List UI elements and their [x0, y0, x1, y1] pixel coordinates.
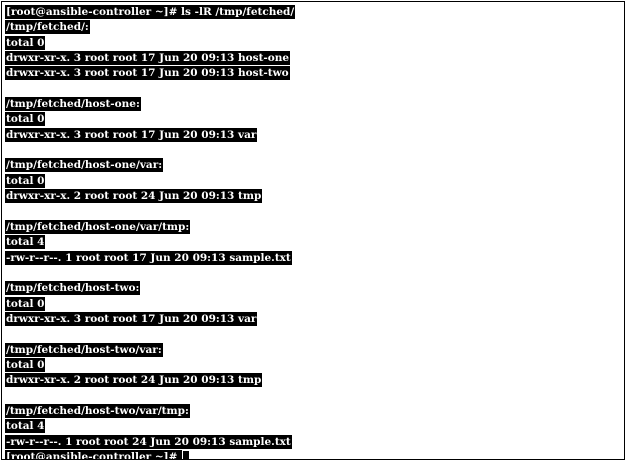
output-line: -rw-r--r--. 1 root root 24 Jun 20 09:13 …	[5, 434, 624, 450]
output-text: total 4	[5, 235, 46, 250]
output-text: total 0	[5, 296, 46, 311]
command-text: [root@ansible-controller ~]# ls -lR /tmp…	[5, 5, 296, 19]
output-line: drwxr-xr-x. 3 root root 17 Jun 20 09:13 …	[5, 127, 624, 143]
output-line: drwxr-xr-x. 3 root root 17 Jun 20 09:13 …	[5, 66, 624, 81]
output-text: total 0	[5, 357, 46, 372]
output-text: total 4	[5, 419, 46, 434]
output-line: /tmp/fetched/host-two/var:	[5, 342, 624, 358]
output-text: /tmp/fetched/host-two/var:	[5, 342, 163, 357]
output-text: -rw-r--r--. 1 root root 24 Jun 20 09:13 …	[5, 434, 292, 449]
blank-line	[5, 204, 624, 219]
output-line: drwxr-xr-x. 3 root root 17 Jun 20 09:13 …	[5, 311, 624, 327]
output-line: total 4	[5, 419, 624, 434]
output-line: /tmp/fetched/host-one/var:	[5, 158, 624, 173]
output-line: total 0	[5, 173, 624, 189]
output-line: /tmp/fetched/host-two/var/tmp:	[5, 403, 624, 419]
blank-line	[5, 389, 624, 404]
output-line: /tmp/fetched/:	[5, 20, 624, 35]
output-text: drwxr-xr-x. 2 root root 24 Jun 20 09:13 …	[5, 373, 263, 388]
output-line: drwxr-xr-x. 2 root root 24 Jun 20 09:13 …	[5, 373, 624, 388]
prompt-text: [root@ansible-controller ~]#	[5, 449, 183, 459]
command-line: [root@ansible-controller ~]# ls -lR /tmp…	[5, 5, 624, 20]
blank-line	[5, 266, 624, 281]
output-line: drwxr-xr-x. 2 root root 24 Jun 20 09:13 …	[5, 189, 624, 204]
output-text: drwxr-xr-x. 3 root root 17 Jun 20 09:13 …	[5, 311, 258, 326]
blank-line	[5, 143, 624, 158]
output-text: /tmp/fetched/:	[5, 20, 90, 35]
terminal-window[interactable]: [root@ansible-controller ~]# ls -lR /tmp…	[1, 1, 625, 460]
output-text: -rw-r--r--. 1 root root 17 Jun 20 09:13 …	[5, 250, 292, 265]
output-line: /tmp/fetched/host-one/var/tmp:	[5, 219, 624, 235]
output-line: total 0	[5, 357, 624, 373]
output-line: total 4	[5, 235, 624, 250]
output-text: total 0	[5, 112, 46, 127]
output-text: /tmp/fetched/host-two/var/tmp:	[5, 403, 190, 418]
output-line: drwxr-xr-x. 3 root root 17 Jun 20 09:13 …	[5, 51, 624, 66]
text-cursor	[183, 451, 190, 459]
output-line: /tmp/fetched/host-one:	[5, 97, 624, 112]
output-text: drwxr-xr-x. 3 root root 17 Jun 20 09:13 …	[5, 66, 290, 81]
output-text: total 0	[5, 35, 46, 50]
output-text: /tmp/fetched/host-one/var:	[5, 158, 164, 173]
blank-line	[5, 327, 624, 342]
output-text: drwxr-xr-x. 3 root root 17 Jun 20 09:13 …	[5, 51, 291, 66]
output-line: /tmp/fetched/host-two:	[5, 281, 624, 296]
blank-line	[5, 82, 624, 97]
output-text: total 0	[5, 173, 46, 188]
output-text: /tmp/fetched/host-two:	[5, 281, 141, 296]
output-line: total 0	[5, 35, 624, 51]
terminal-output: [root@ansible-controller ~]# ls -lR /tmp…	[5, 5, 624, 459]
output-text: drwxr-xr-x. 3 root root 17 Jun 20 09:13 …	[5, 127, 258, 142]
output-text: /tmp/fetched/host-one/var/tmp:	[5, 219, 191, 234]
prompt-line[interactable]: [root@ansible-controller ~]#	[5, 449, 624, 459]
output-line: total 0	[5, 112, 624, 127]
output-text: /tmp/fetched/host-one:	[5, 97, 141, 112]
output-line: -rw-r--r--. 1 root root 17 Jun 20 09:13 …	[5, 250, 624, 266]
output-text: drwxr-xr-x. 2 root root 24 Jun 20 09:13 …	[5, 189, 263, 204]
output-line: total 0	[5, 296, 624, 312]
